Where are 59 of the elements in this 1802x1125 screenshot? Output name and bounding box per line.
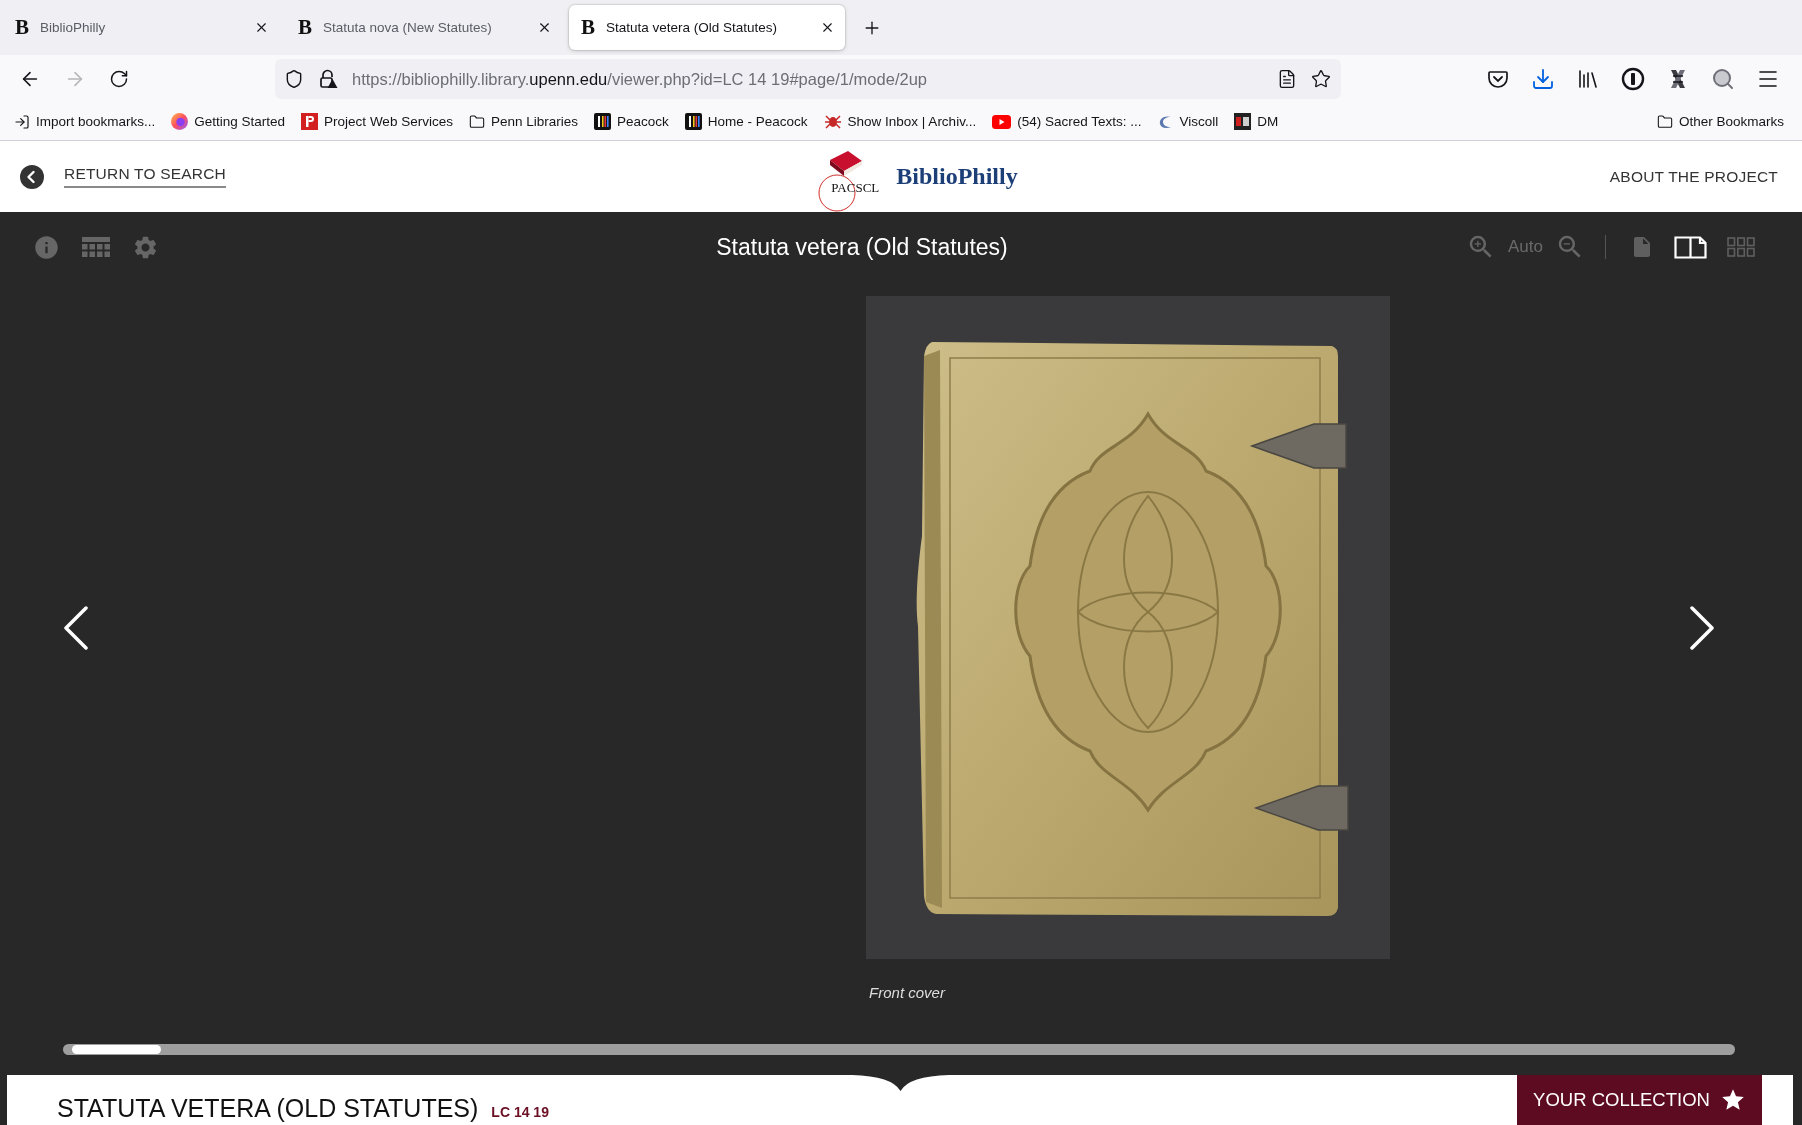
tile-icon <box>684 113 702 130</box>
bug-icon <box>823 113 842 130</box>
letter-tile-icon <box>301 113 319 130</box>
page-slider-thumb[interactable] <box>72 1045 161 1054</box>
logo-text: PACSCL <box>831 179 880 196</box>
tab-favicon: B <box>14 17 30 38</box>
about-link[interactable]: ABOUT THE PROJECT <box>1609 167 1778 186</box>
page-slider-track[interactable] <box>63 1044 1735 1055</box>
bookmark-item[interactable]: Show Inbox | Archiv... <box>823 113 977 130</box>
bookmark-item[interactable]: Getting Started <box>171 113 286 130</box>
address-bar[interactable]: https://bibliophilly.library.upenn.edu/viewer.php?id=LC 14 19#page/1/mode/2up <box>275 59 1341 99</box>
book-icon <box>828 149 865 178</box>
bookmark-star-icon[interactable] <box>1311 69 1331 89</box>
viewer-title: Statuta vetera (Old Statutes) <box>716 233 1008 261</box>
library-icon[interactable] <box>1576 67 1600 91</box>
reload-icon[interactable] <box>109 69 129 89</box>
folder-icon <box>468 113 485 130</box>
browser-tab[interactable]: B Statuta vetera (Old Statutes) <box>569 5 845 50</box>
page-caption: Front cover <box>868 984 947 1002</box>
call-number: LC 14 19 <box>491 1104 549 1120</box>
keyhole-icon[interactable] <box>1621 67 1645 91</box>
bookmarks-folder[interactable]: Other Bookmarks <box>1656 113 1784 130</box>
bookmark-item[interactable]: Viscoll <box>1157 113 1219 130</box>
close-icon[interactable] <box>820 20 835 35</box>
reader-view-icon[interactable] <box>1277 69 1297 89</box>
tab-favicon: B <box>297 17 313 38</box>
thumbnails-icon[interactable] <box>1727 237 1755 257</box>
close-icon[interactable] <box>254 20 269 35</box>
two-page-icon[interactable] <box>1674 235 1707 259</box>
bookmark-item[interactable]: DM <box>1234 113 1279 130</box>
bookmark-item[interactable]: Penn Libraries <box>468 113 578 130</box>
your-collection-button[interactable]: YOUR COLLECTION <box>1517 1075 1762 1125</box>
magnifier-icon[interactable] <box>1711 67 1735 91</box>
tab-favicon: B <box>580 17 596 38</box>
site-title[interactable]: BiblioPhilly <box>896 163 1018 190</box>
flame-icon <box>171 113 189 130</box>
shield-icon[interactable] <box>284 69 304 89</box>
grid-icon[interactable] <box>82 237 110 257</box>
close-icon[interactable] <box>537 20 552 35</box>
bookmark-item[interactable]: Home - Peacock <box>684 113 808 130</box>
bookmark-item[interactable]: Project Web Services <box>301 113 453 130</box>
tile-icon <box>1234 113 1252 130</box>
record-title: STATUTA VETERA (OLD STATUTES) <box>57 1094 479 1122</box>
return-to-search-link[interactable]: RETURN TO SEARCH <box>20 164 226 189</box>
chevron-right-icon[interactable] <box>1689 605 1715 650</box>
info-icon[interactable] <box>33 233 60 261</box>
back-chevron-icon <box>20 164 44 189</box>
bookmark-item[interactable]: Import bookmarks... <box>14 113 156 130</box>
bookmark-item[interactable]: Peacock <box>594 113 669 130</box>
bookmark-item[interactable]: (54) Sacred Texts: ... <box>992 114 1142 129</box>
lock-warning-icon[interactable] <box>318 69 338 89</box>
folder-icon <box>1656 113 1673 130</box>
play-icon <box>992 114 1012 129</box>
chevron-left-icon[interactable] <box>63 605 89 650</box>
browser-tab[interactable]: B Statuta nova (New Statutes) <box>286 5 562 50</box>
import-icon <box>14 113 30 130</box>
tile-icon <box>594 113 611 130</box>
download-icon[interactable] <box>1531 67 1555 91</box>
browser-tab[interactable]: B BiblioPhilly <box>3 5 279 50</box>
